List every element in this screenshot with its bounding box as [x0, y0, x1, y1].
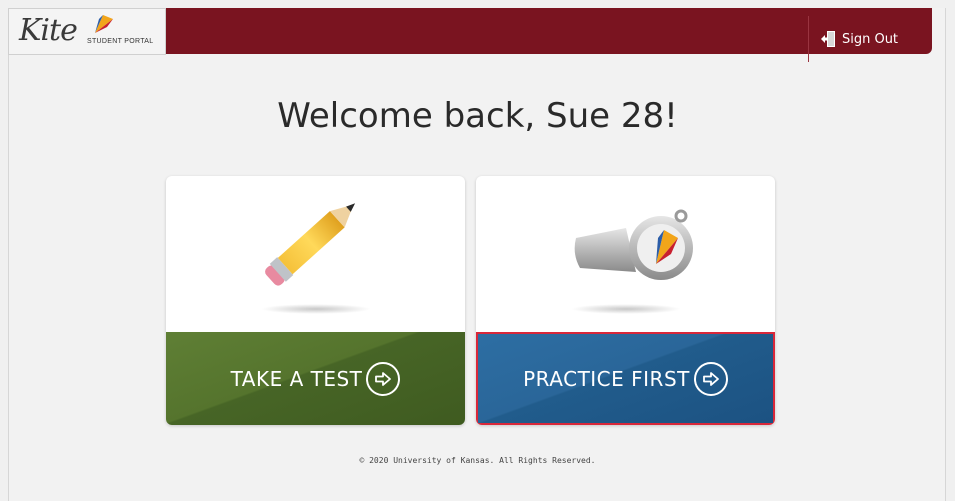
pencil-shadow: [261, 304, 371, 314]
take-a-test-illustration: [166, 176, 465, 332]
sign-out-button[interactable]: Sign Out: [808, 16, 909, 62]
practice-first-button[interactable]: PRACTICE FIRST: [476, 332, 775, 425]
sign-out-icon: [820, 31, 835, 47]
logo-wordmark: Kite: [19, 13, 78, 48]
practice-first-card[interactable]: PRACTICE FIRST: [476, 176, 775, 425]
arrow-right-icon: [366, 361, 401, 396]
kite-logo: Kite STUDENT PORTAL: [8, 8, 166, 55]
take-a-test-button[interactable]: TAKE A TEST: [166, 332, 465, 425]
sign-out-label: Sign Out: [841, 31, 899, 47]
take-a-test-card[interactable]: TAKE A TEST: [166, 176, 465, 425]
whistle-shadow: [571, 304, 681, 314]
practice-first-label: PRACTICE FIRST: [523, 366, 690, 391]
practice-first-illustration: [476, 176, 775, 332]
welcome-heading: Welcome back, Sue 28!: [277, 96, 678, 136]
kite-icon: [95, 15, 113, 33]
arrow-right-icon: [693, 361, 728, 396]
take-a-test-label: TAKE A TEST: [230, 366, 363, 391]
logo-subtitle: STUDENT PORTAL: [87, 38, 154, 45]
copyright-footer: © 2020 University of Kansas. All Rights …: [359, 456, 596, 465]
